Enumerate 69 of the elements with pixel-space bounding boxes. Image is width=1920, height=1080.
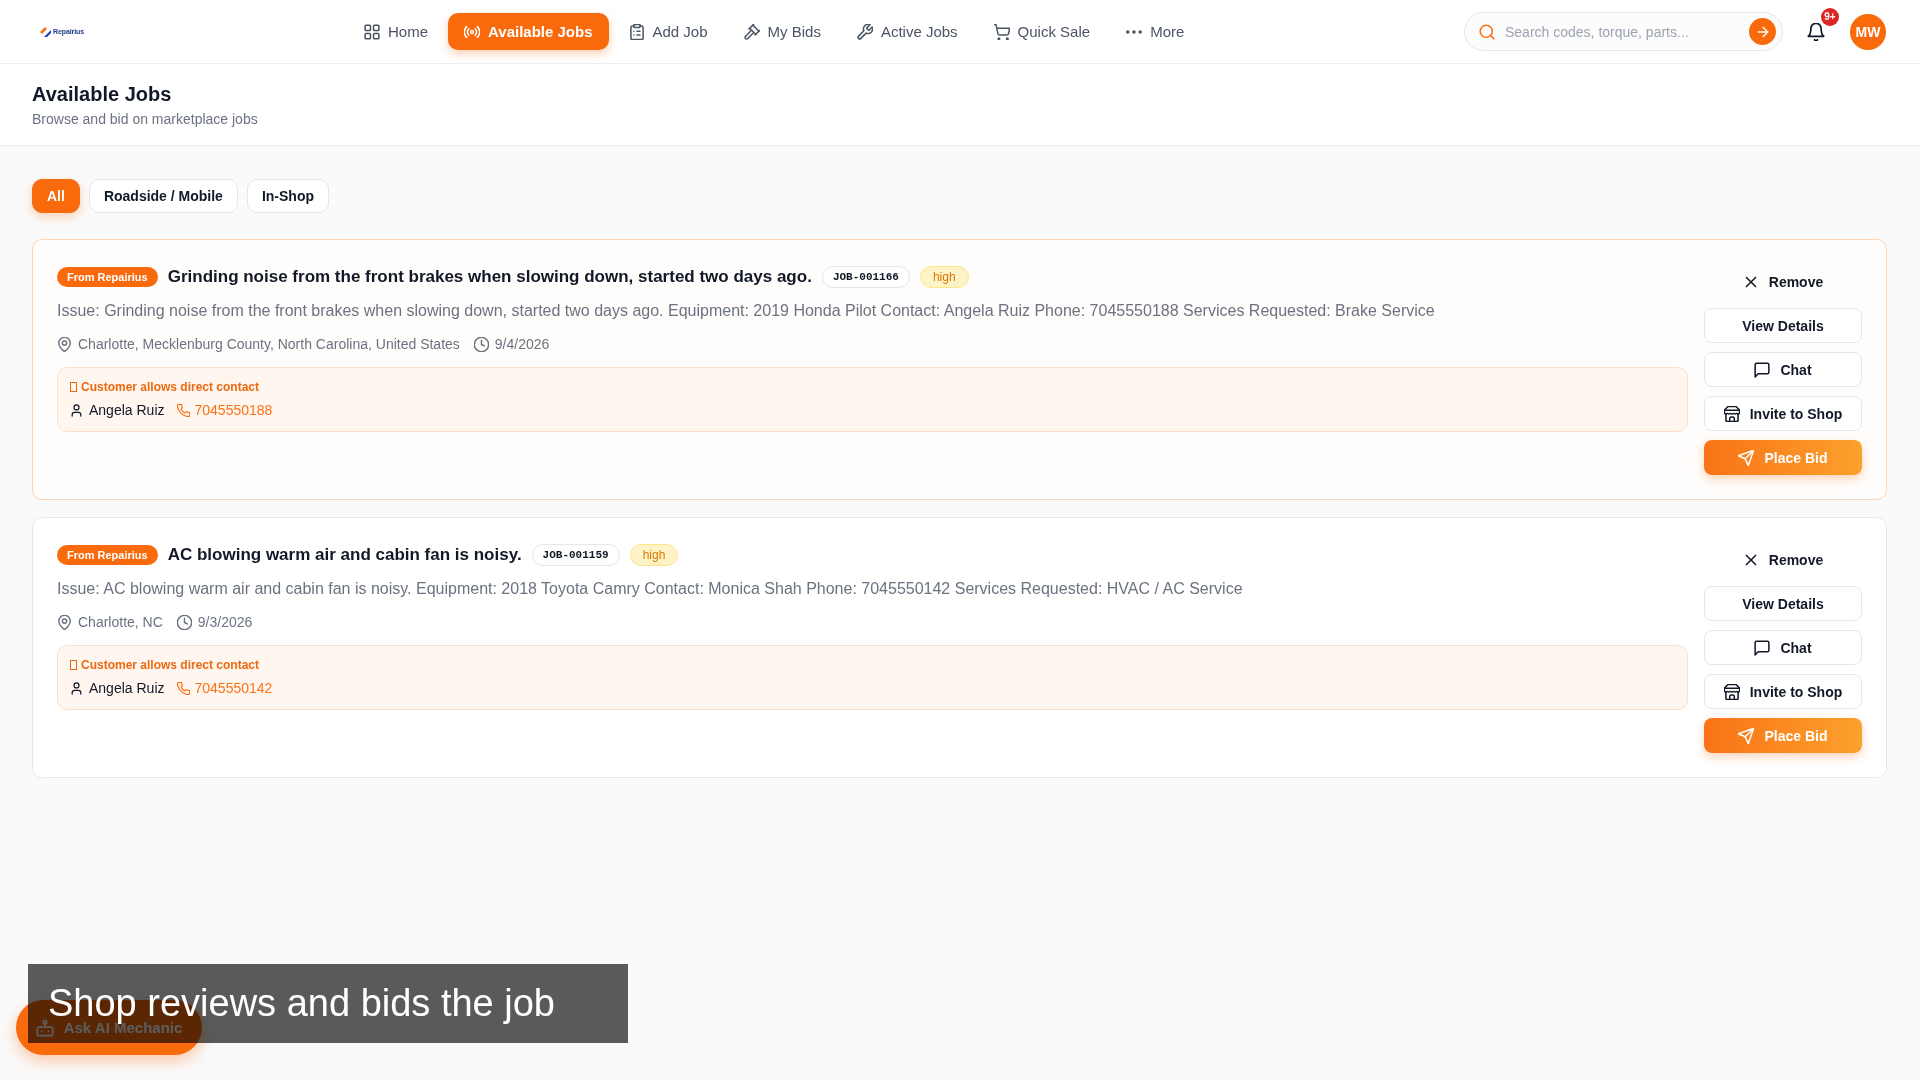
page-subtitle: Browse and bid on marketplace jobs: [32, 110, 258, 128]
filter-tab[interactable]: Roadside / Mobile: [88, 179, 238, 213]
broadcast-icon: [464, 23, 480, 40]
job-card[interactable]: [32, 239, 1887, 500]
person-icon: [70, 681, 83, 695]
nav-item[interactable]: More: [1110, 13, 1201, 50]
clock-icon: [473, 336, 489, 352]
search-icon: [1479, 23, 1495, 40]
bell-icon: [1807, 22, 1825, 41]
remove-button[interactable]: Remove: [1704, 542, 1862, 577]
empty-square-icon: [70, 382, 77, 392]
paper-plane-icon: [1738, 449, 1755, 466]
remove-button[interactable]: Remove: [1704, 264, 1862, 299]
storefront-icon: [1723, 683, 1740, 700]
filter-tab[interactable]: In-Shop: [246, 179, 329, 213]
job-title: AC blowing warm air and cabin fan is noisy.: [167, 544, 522, 566]
nav-item[interactable]: My Bids: [727, 13, 837, 50]
priority-badge: high: [629, 544, 679, 566]
job-description: Issue: AC blowing warm air and cabin fan is noisy. Equipment: 2018 Toyota Camry Contact: Monica Shah Phone: 7045550142 Services Requested: HVAC / AC Service: [57, 579, 1244, 599]
invite-to-shop-button[interactable]: Invite to Shop: [1704, 396, 1862, 431]
search-submit-button[interactable]: [1749, 18, 1776, 45]
nav-item[interactable]: Home: [348, 13, 444, 50]
chat-bubble-icon: [1754, 639, 1771, 656]
ellipsis-icon: [1126, 29, 1143, 34]
contact-name: Angela Ruiz: [89, 401, 165, 420]
contact-note: Customer allows direct contact: [81, 379, 260, 395]
priority-badge: high: [919, 266, 969, 288]
view-details-button[interactable]: View Details: [1704, 586, 1862, 621]
invite-to-shop-button[interactable]: Invite to Shop: [1704, 674, 1862, 709]
arrow-right-icon: [1755, 24, 1770, 39]
page-title: Available Jobs: [32, 82, 172, 106]
person-icon: [70, 403, 83, 417]
job-description: Issue: Grinding noise from the front brakes when slowing down, started two days ago. Equipment: 2019 Honda Pilot Contact: Angela Ruiz Phone: 7045550188 Services Requested: Brake Service: [57, 301, 1436, 321]
chat-button[interactable]: Chat: [1704, 352, 1862, 387]
cart-icon: [993, 23, 1010, 40]
phone-icon: [176, 681, 190, 695]
phone-icon: [176, 403, 190, 417]
nav-item[interactable]: Active Jobs: [840, 13, 974, 50]
source-badge: From Repairius: [57, 267, 158, 287]
job-id-badge: JOB-001159: [531, 544, 620, 566]
view-details-button[interactable]: View Details: [1704, 308, 1862, 343]
map-pin-icon: [57, 336, 72, 352]
chat-bubble-icon: [1754, 361, 1771, 378]
contact-note: Customer allows direct contact: [81, 657, 260, 673]
clock-icon: [176, 614, 192, 630]
contact-name: Angela Ruiz: [89, 679, 165, 698]
notification-count: 9+: [1821, 7, 1839, 26]
search-field[interactable]: Search codes, torque, parts...: [1464, 12, 1783, 51]
map-pin-icon: [57, 614, 72, 630]
nav-item[interactable]: Quick Sale: [977, 13, 1107, 50]
job-title: Grinding noise from the front brakes when slowing down, started two days ago.: [167, 266, 812, 288]
job-date: 9/4/2026: [494, 335, 550, 354]
chat-button[interactable]: Chat: [1704, 630, 1862, 665]
search-input[interactable]: Search codes, torque, parts...: [1505, 21, 1739, 42]
gavel-icon: [743, 23, 760, 40]
wrench-icon: [856, 23, 873, 40]
job-card[interactable]: [32, 517, 1887, 778]
logo-icon: [40, 26, 51, 37]
clipboard-icon: [628, 23, 645, 40]
job-location: Charlotte, NC: [78, 613, 163, 632]
job-location: Charlotte, Mecklenburg County, North Carolina, United States: [78, 335, 460, 354]
job-date: 9/3/2026: [197, 613, 253, 632]
job-id-badge: JOB-001166: [821, 266, 910, 288]
grid-icon: [364, 23, 380, 40]
paper-plane-icon: [1738, 727, 1755, 744]
source-badge: From Repairius: [57, 545, 158, 565]
storefront-icon: [1723, 405, 1740, 422]
nav-item[interactable]: Add Job: [612, 13, 724, 50]
empty-square-icon: [70, 660, 77, 670]
